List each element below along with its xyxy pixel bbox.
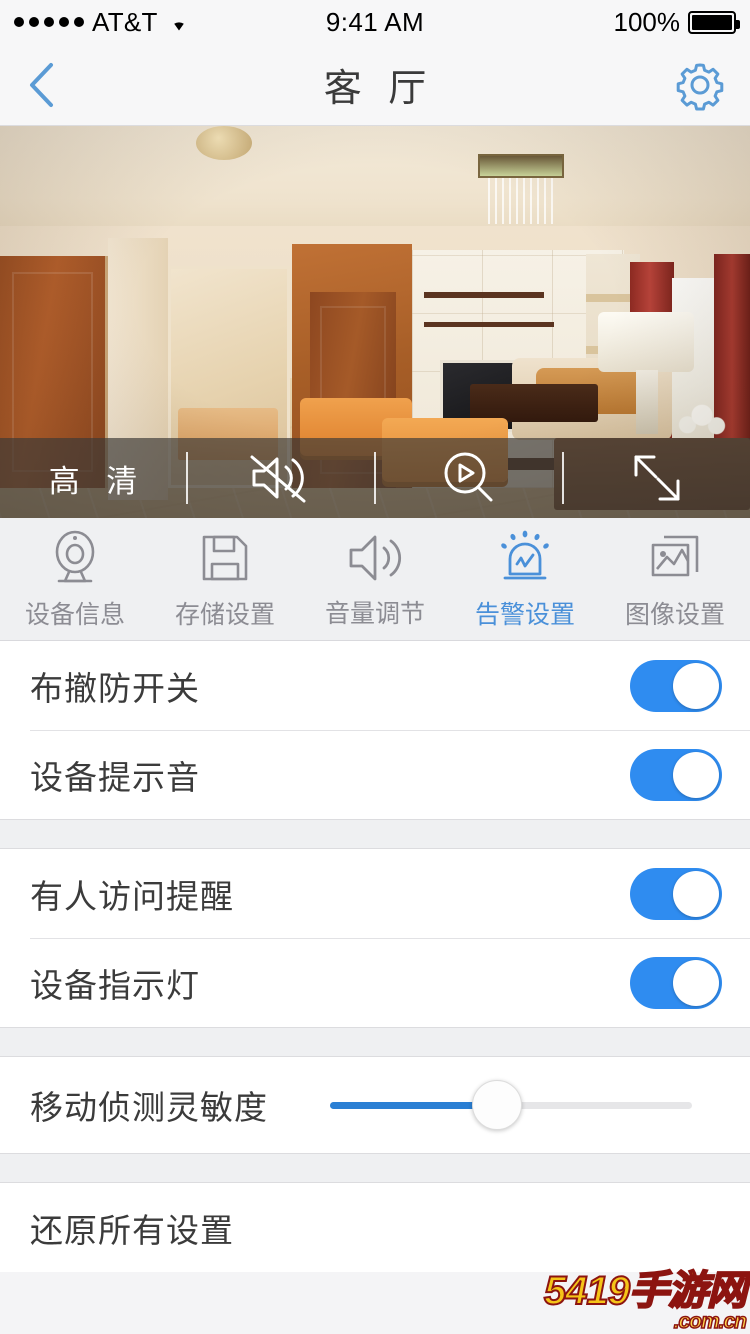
settings-group-3: 移动侦测灵敏度 xyxy=(0,1057,750,1153)
slider-thumb[interactable] xyxy=(471,1080,522,1130)
tab-image[interactable]: 图像设置 xyxy=(600,528,750,631)
battery-icon xyxy=(688,10,740,34)
speaker-icon xyxy=(349,535,401,580)
magnifier-play-icon xyxy=(444,452,493,502)
row-label: 设备指示灯 xyxy=(30,966,200,1004)
toggle-indicator-led[interactable] xyxy=(630,956,722,1009)
row-label: 还原所有设置 xyxy=(30,1211,234,1249)
toggle-visitor-alert[interactable] xyxy=(630,867,722,920)
row-device-tone[interactable]: 设备提示音 xyxy=(0,730,750,819)
tab-label: 告警设置 xyxy=(474,600,575,629)
row-label: 移动侦测灵敏度 xyxy=(30,1089,268,1126)
images-icon xyxy=(651,535,699,576)
alarm-siren-icon xyxy=(501,530,549,579)
row-control xyxy=(630,867,722,920)
settings-group-1: 布撤防开关 设备提示音 xyxy=(0,641,750,819)
live-video-view[interactable]: 高 清 xyxy=(0,126,750,518)
row-control xyxy=(630,956,722,1009)
app-screen: AT&T 9:41 AM 100% 客 厅 高 清 设备信息 存储设置 音量调节… xyxy=(0,0,750,1334)
settings-group-2: 有人访问提醒 设备指示灯 xyxy=(0,849,750,1027)
site-watermark: 5419手游网 .com.cn xyxy=(543,1269,748,1333)
row-control xyxy=(630,659,722,712)
status-bar: AT&T 9:41 AM 100% xyxy=(0,0,750,44)
watermark-sub: .com.cn xyxy=(673,1310,748,1333)
tab-label: 音量调节 xyxy=(324,599,425,628)
row-restore-all[interactable]: 还原所有设置 xyxy=(0,1183,750,1272)
tab-storage[interactable]: 存储设置 xyxy=(150,528,300,631)
row-control xyxy=(630,748,722,801)
floppy-disk-icon xyxy=(202,535,248,580)
zoom-play-button[interactable] xyxy=(376,438,562,518)
toggle-device-tone[interactable] xyxy=(630,748,722,801)
nav-bar: 客 厅 xyxy=(0,44,750,126)
section-separator xyxy=(0,819,750,849)
tab-label: 设备信息 xyxy=(24,600,125,629)
camera-icon xyxy=(55,530,95,582)
row-motion-sensitivity[interactable]: 移动侦测灵敏度 xyxy=(0,1057,750,1153)
hd-quality-button[interactable]: 高 清 xyxy=(0,438,186,518)
expand-arrows-icon xyxy=(634,455,680,501)
hd-quality-label: 高 清 xyxy=(48,463,147,499)
slider-motion-sensitivity[interactable] xyxy=(330,1079,692,1131)
fullscreen-button[interactable] xyxy=(564,438,750,518)
clock-label: 9:41 AM xyxy=(325,6,425,37)
tab-label: 存储设置 xyxy=(174,600,275,629)
tab-volume[interactable]: 音量调节 xyxy=(300,529,450,630)
row-visitor-alert[interactable]: 有人访问提醒 xyxy=(0,849,750,938)
settings-tab-bar: 设备信息 存储设置 音量调节 告警设置 图像设置 xyxy=(0,518,750,641)
section-separator xyxy=(0,1153,750,1183)
row-label: 设备提示音 xyxy=(30,758,200,796)
toggle-arm-disarm[interactable] xyxy=(630,659,722,712)
video-control-bar: 高 清 xyxy=(0,438,750,518)
page-title: 客 厅 xyxy=(323,68,435,110)
speaker-muted-icon xyxy=(250,455,306,503)
row-label: 布撤防开关 xyxy=(30,669,200,707)
settings-group-4: 还原所有设置 xyxy=(0,1183,750,1272)
mute-button[interactable] xyxy=(188,438,374,518)
watermark-main: 5419手游网 xyxy=(543,1269,748,1313)
row-label: 有人访问提醒 xyxy=(30,877,234,915)
tab-device-info[interactable]: 设备信息 xyxy=(0,528,150,631)
row-indicator-led[interactable]: 设备指示灯 xyxy=(0,938,750,1027)
tab-alarm[interactable]: 告警设置 xyxy=(450,528,600,631)
tab-label: 图像设置 xyxy=(624,600,725,629)
row-arm-disarm[interactable]: 布撤防开关 xyxy=(0,641,750,730)
row-control xyxy=(330,1079,722,1131)
section-separator xyxy=(0,1027,750,1057)
